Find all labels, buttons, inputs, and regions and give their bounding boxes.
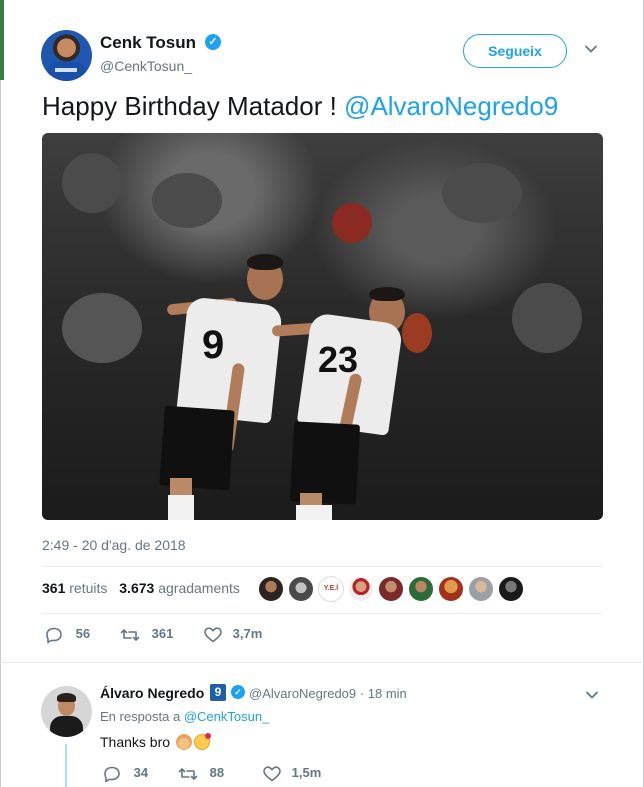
retweet-action[interactable]: 88 — [178, 765, 224, 783]
liker-avatar[interactable] — [288, 576, 314, 602]
heart-icon — [203, 626, 223, 644]
reply-count: 56 — [75, 626, 91, 642]
tweet-text-body: Happy Birthday Matador ! — [42, 91, 345, 121]
tweet-text: Happy Birthday Matador ! @AlvaroNegredo9 — [42, 91, 558, 122]
liker-avatar[interactable] — [348, 576, 374, 602]
photo-crowd-shape — [62, 153, 122, 213]
tweet-stats: 361 retuits 3.673 agradaments — [42, 580, 248, 596]
reply-time[interactable]: 18 min — [368, 686, 407, 701]
tweet-mention-link[interactable]: @AlvaroNegredo9 — [344, 91, 558, 121]
author-name[interactable]: Cenk Tosun — [100, 33, 196, 53]
author-handle[interactable]: @CenkTosun_ — [100, 58, 192, 74]
tweet-timestamp[interactable]: 2:49 - 20 d'ag. de 2018 — [42, 537, 186, 553]
reply-text: Thanks bro — [100, 733, 211, 750]
photo-crowd-shape — [402, 313, 432, 353]
reply-prefix: En resposta a — [100, 709, 184, 724]
reply-text-body: Thanks bro — [100, 734, 171, 750]
heart-icon — [262, 765, 282, 783]
player-hair — [369, 287, 405, 301]
reply-author-handle: @AlvaroNegredo9 · 18 min — [249, 686, 407, 701]
liker-avatar[interactable] — [438, 576, 464, 602]
avatar-hair — [57, 693, 76, 702]
like-action[interactable]: 1,5m — [262, 765, 321, 783]
author-avatar[interactable] — [41, 30, 92, 81]
divider — [42, 566, 602, 567]
separator-dot: · — [359, 686, 365, 701]
reply-context: En resposta a @CenkTosun_ — [100, 709, 269, 724]
liker-avatar[interactable] — [258, 576, 284, 602]
folded-hands-emoji — [175, 734, 192, 750]
liker-avatar[interactable] — [408, 576, 434, 602]
face-blowing-kiss-emoji — [193, 733, 211, 750]
reply-icon — [44, 626, 64, 644]
retweet-count: 361 — [151, 626, 174, 642]
reply-action[interactable]: 56 — [44, 626, 90, 644]
like-count: 1,5m — [291, 765, 322, 781]
retweet-count: 88 — [209, 765, 225, 781]
verified-icon: ✓ — [231, 685, 245, 699]
verified-icon: ✓ — [205, 34, 221, 50]
reply-action[interactable]: 34 — [102, 765, 148, 783]
reply-count: 34 — [133, 765, 149, 781]
heart-icon — [204, 733, 211, 739]
player-hair — [247, 254, 283, 270]
liker-avatar[interactable] — [498, 576, 524, 602]
follow-button[interactable]: Segueix — [463, 34, 567, 68]
reply-author-name[interactable]: Álvaro Negredo — [100, 685, 204, 701]
reply-icon — [102, 765, 122, 783]
player-sock — [296, 505, 332, 520]
name-badge: 9 — [210, 684, 226, 701]
retweet-icon — [120, 626, 140, 644]
photo-crowd-shape — [512, 283, 582, 353]
player-sock — [168, 495, 194, 520]
window-left-border — [0, 0, 1, 787]
player-number: 9 — [202, 323, 225, 367]
retweets-label[interactable]: retuits — [69, 580, 107, 596]
avatar-sponsor — [55, 68, 77, 72]
photo-crowd-shape — [152, 173, 222, 228]
divider — [42, 613, 602, 614]
divider — [0, 662, 644, 663]
reply-to-mention[interactable]: @CenkTosun_ — [184, 709, 269, 724]
likes-label[interactable]: agradaments — [158, 580, 240, 596]
chevron-down-icon[interactable] — [584, 42, 598, 56]
chevron-down-icon[interactable] — [585, 688, 599, 705]
reply-handle-text[interactable]: @AlvaroNegredo9 — [249, 686, 356, 701]
avatar-body — [50, 716, 83, 737]
reply-author-avatar[interactable] — [41, 686, 92, 737]
liker-avatar[interactable]: Y.E.İ — [318, 576, 344, 602]
photo-crowd-shape — [332, 203, 372, 243]
like-action[interactable]: 3,7m — [203, 626, 262, 644]
photo-crowd-shape — [62, 293, 142, 363]
retweet-action[interactable]: 361 — [120, 626, 173, 644]
photo-crowd-shape — [442, 163, 522, 223]
likes-count[interactable]: 3.673 — [119, 580, 154, 596]
like-count: 3,7m — [232, 626, 263, 642]
background-corner — [0, 0, 4, 80]
retweet-icon — [178, 765, 198, 783]
thread-line — [65, 744, 67, 787]
liker-avatar[interactable] — [468, 576, 494, 602]
liker-avatar[interactable] — [378, 576, 404, 602]
retweets-count[interactable]: 361 — [42, 580, 65, 596]
tweet-photo[interactable]: 9 23 — [42, 133, 603, 520]
